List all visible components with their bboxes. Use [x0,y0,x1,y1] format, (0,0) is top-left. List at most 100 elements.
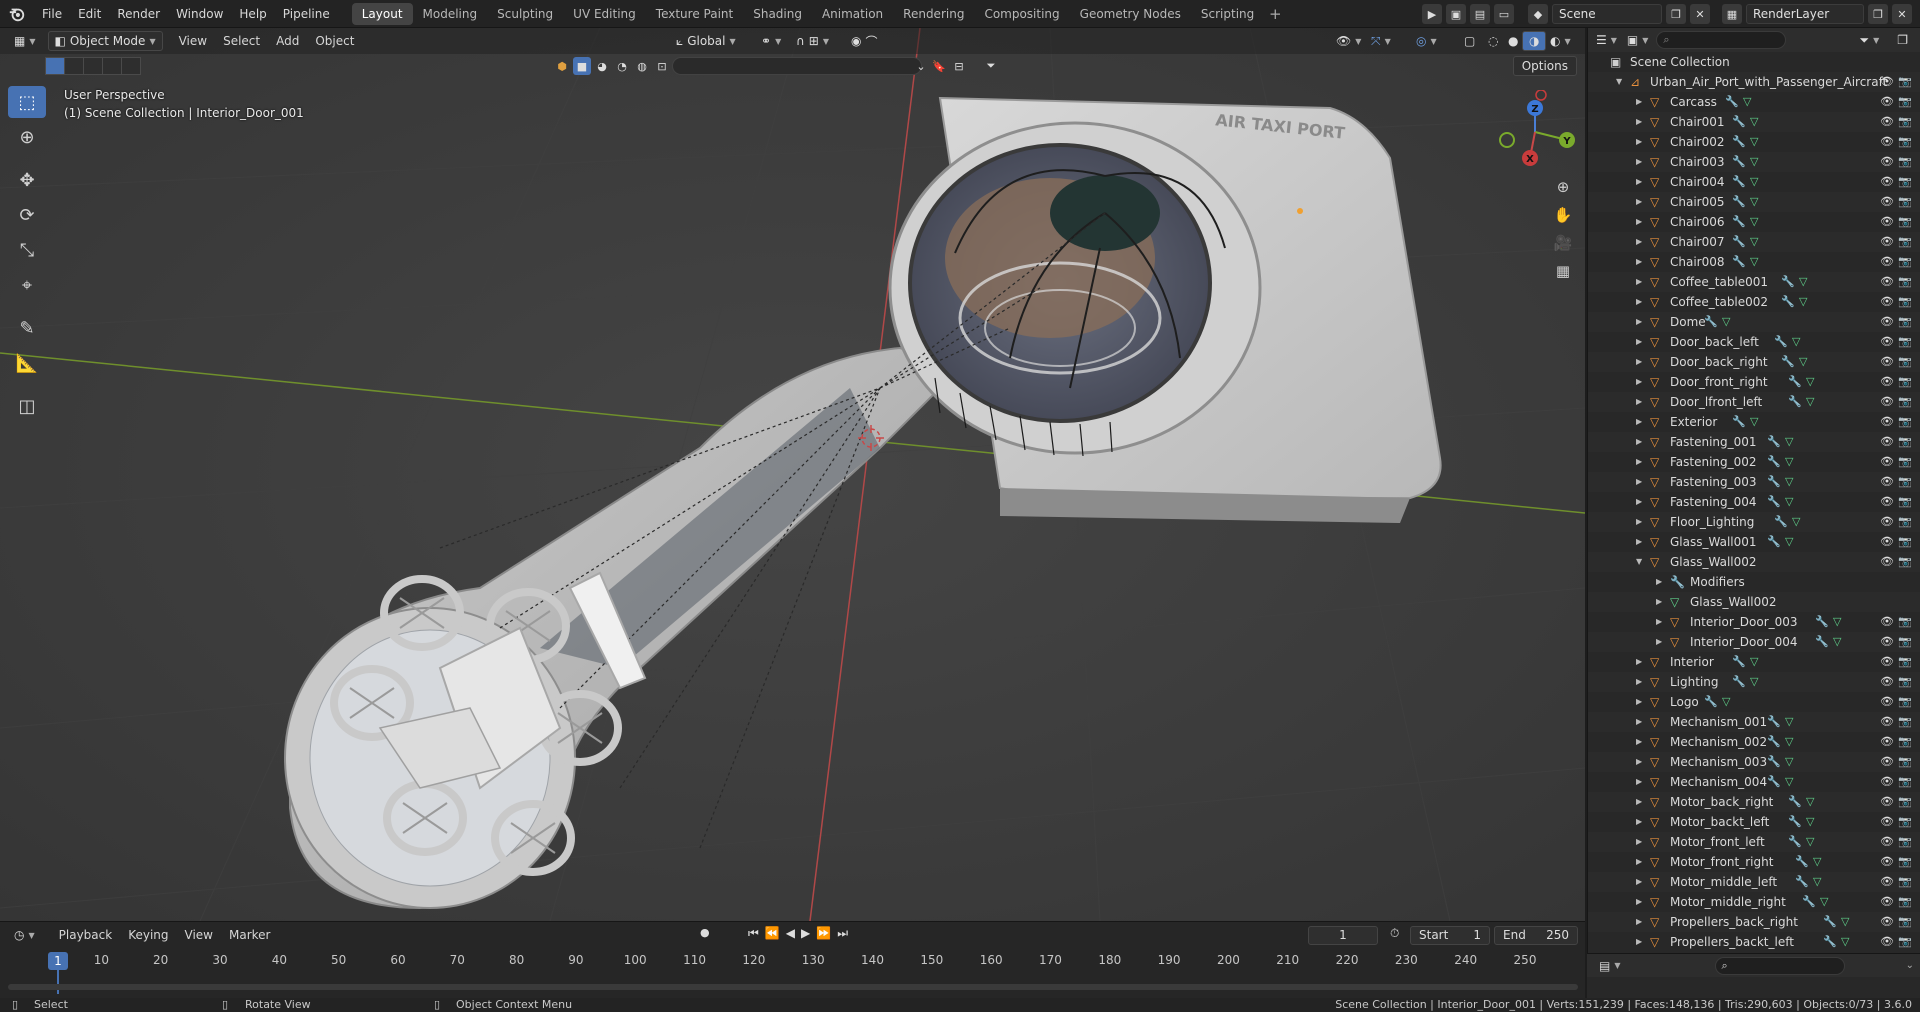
menu-file[interactable]: File [34,0,70,28]
tab-uv-editing[interactable]: UV Editing [563,3,646,25]
jump-start-icon[interactable]: ⏮ [748,926,759,941]
render-camera-icon[interactable]: 📷 [1898,632,1912,652]
mesh-data-icon[interactable]: ▽ [1785,532,1793,552]
outliner-item[interactable]: ▶ ▽ Propellers_back_right 🔧 ▽ 👁 📷 [1588,912,1920,932]
outliner-item[interactable]: ▶ ▽ Interior 🔧 ▽ 👁 📷 [1588,652,1920,672]
pivot-point-dropdown[interactable]: ⚭ ▼ [755,31,787,51]
outliner-scene-collection[interactable]: ▣ Scene Collection [1588,52,1920,72]
modifier-wrench-icon[interactable]: 🔧 [1767,732,1781,752]
modifier-wrench-icon[interactable]: 🔧 [1732,252,1746,272]
measure-tool-icon[interactable]: 📐 [8,347,46,379]
render-image-icon[interactable]: ▣ [1446,4,1466,24]
scale-tool-icon[interactable]: ⤡ [8,234,46,266]
pan-hand-icon[interactable]: ✋ [1550,201,1576,229]
modifier-wrench-icon[interactable]: 🔧 [1788,812,1802,832]
render-camera-icon[interactable]: 📷 [1898,492,1912,512]
render-camera-icon[interactable]: 📷 [1898,392,1912,412]
mesh-data-icon[interactable]: ▽ [1813,852,1821,872]
render-camera-icon[interactable]: 📷 [1898,852,1912,872]
visibility-eye-icon[interactable]: 👁 [1880,392,1894,412]
visibility-dropdown[interactable]: 👁 ▼ [1330,31,1367,51]
visibility-eye-icon[interactable]: 👁 [1880,832,1894,852]
mesh-data-icon[interactable]: ▽ [1743,92,1751,112]
timeline-menu-marker[interactable]: Marker [221,928,278,942]
render-camera-icon[interactable]: 📷 [1898,72,1912,92]
mesh-data-icon[interactable]: ▽ [1806,392,1814,412]
modifier-wrench-icon[interactable]: 🔧 [1795,872,1809,892]
modifier-wrench-icon[interactable]: 🔧 [1767,752,1781,772]
mesh-data-icon[interactable]: ▽ [1750,132,1758,152]
visibility-eye-icon[interactable]: 👁 [1880,512,1894,532]
render-camera-icon[interactable]: 📷 [1898,532,1912,552]
select-extend-mode[interactable] [64,57,84,75]
outliner-item[interactable]: ▶ ▽ Exterior 🔧 ▽ 👁 📷 [1588,412,1920,432]
view-layer-field[interactable]: RenderLayer [1746,4,1864,24]
render-camera-icon[interactable]: 📷 [1898,612,1912,632]
expand-chevron-icon[interactable]: ▶ [1636,312,1642,332]
modifier-wrench-icon[interactable]: 🔧 [1767,772,1781,792]
render-camera-icon[interactable]: 📷 [1898,152,1912,172]
expand-chevron-icon[interactable]: ▶ [1636,872,1642,892]
render-camera-icon[interactable]: 📷 [1898,292,1912,312]
mesh-data-icon[interactable]: ▽ [1750,672,1758,692]
modifier-wrench-icon[interactable]: 🔧 [1823,912,1837,932]
modifier-wrench-icon[interactable]: 🔧 [1732,652,1746,672]
render-camera-icon[interactable]: 📷 [1898,512,1912,532]
navigation-gizmo[interactable]: Z Y X [1495,90,1575,170]
bookmark-icon[interactable]: 🔖 [930,57,948,75]
expand-chevron-icon[interactable]: ▶ [1636,392,1642,412]
mesh-data-icon[interactable]: ▽ [1806,792,1814,812]
render-camera-icon[interactable]: 📷 [1898,412,1912,432]
viewport-menu-add[interactable]: Add [268,34,307,48]
modifier-wrench-icon[interactable]: 🔧 [1732,132,1746,152]
chevron-down-icon[interactable]: ⌄ [1906,960,1914,971]
tab-texture-paint[interactable]: Texture Paint [646,3,743,25]
mesh-data-icon[interactable]: ▽ [1785,452,1793,472]
expand-chevron-icon[interactable]: ▶ [1636,652,1642,672]
tab-geometry-nodes[interactable]: Geometry Nodes [1070,3,1191,25]
expand-chevron-icon[interactable]: ▶ [1636,512,1642,532]
modifier-wrench-icon[interactable]: 🔧 [1732,672,1746,692]
visibility-eye-icon[interactable]: 👁 [1880,732,1894,752]
visibility-eye-icon[interactable]: 👁 [1880,612,1894,632]
modifier-wrench-icon[interactable]: 🔧 [1732,412,1746,432]
outliner-item[interactable]: ▶ ▽ Door_front_right 🔧 ▽ 👁 📷 [1588,372,1920,392]
expand-chevron-icon[interactable]: ▶ [1636,212,1642,232]
outliner-editor-type-button[interactable]: ☰ ▼ [1594,30,1619,50]
expand-chevron-icon[interactable]: ▶ [1636,692,1642,712]
expand-chevron-icon[interactable]: ▶ [1636,732,1642,752]
outliner-item[interactable]: ▶ ▽ Mechanism_003 🔧 ▽ 👁 📷 [1588,752,1920,772]
outliner-search-input[interactable]: ⌕ [1656,31,1787,49]
outliner-item[interactable]: ▶ ▽ Chair003 🔧 ▽ 👁 📷 [1588,152,1920,172]
expand-chevron-icon[interactable]: ▶ [1636,432,1642,452]
render-camera-icon[interactable]: 📷 [1898,92,1912,112]
new-scene-icon[interactable]: ❐ [1666,4,1686,24]
expand-chevron-icon[interactable]: ▶ [1636,892,1642,912]
visibility-eye-icon[interactable]: 👁 [1880,212,1894,232]
expand-chevron-icon[interactable]: ▶ [1636,852,1642,872]
mesh-data-icon[interactable]: ▽ [1785,472,1793,492]
outliner-item[interactable]: ▶ ▽ Coffee_table002 🔧 ▽ 👁 📷 [1588,292,1920,312]
window-icon[interactable]: ▭ [1494,4,1514,24]
mesh-data-icon[interactable]: ▽ [1785,732,1793,752]
modifier-wrench-icon[interactable]: 🔧 [1767,432,1781,452]
camera-view-icon[interactable]: 🎥 [1550,229,1576,257]
visibility-eye-icon[interactable]: 👁 [1880,232,1894,252]
visibility-eye-icon[interactable]: 👁 [1880,712,1894,732]
outliner-filter-button[interactable]: ⏷ ▼ [1853,30,1885,50]
rotate-tool-icon[interactable]: ⟳ [8,199,46,231]
expand-chevron-icon[interactable]: ▶ [1636,272,1642,292]
modifier-wrench-icon[interactable]: 🔧 [1732,232,1746,252]
display-mode-button[interactable]: ▣ ▼ [1625,30,1651,50]
mode-selector[interactable]: ◧ Object Mode ▼ [47,31,163,51]
expand-chevron-icon[interactable]: ▶ [1636,112,1642,132]
mesh-data-icon[interactable]: ▽ [1841,932,1849,952]
modifier-wrench-icon[interactable]: 🔧 [1823,932,1837,952]
expand-chevron-icon[interactable]: ▶ [1636,672,1642,692]
modifier-wrench-icon[interactable]: 🔧 [1767,712,1781,732]
outliner-item[interactable]: ▶ ▽ Carcass 🔧 ▽ 👁 📷 [1588,92,1920,112]
expand-chevron-icon[interactable]: ▶ [1636,352,1642,372]
mesh-data-icon[interactable]: ▽ [1750,112,1758,132]
visibility-eye-icon[interactable]: 👁 [1880,792,1894,812]
add-workspace-button[interactable]: + [1264,5,1286,23]
